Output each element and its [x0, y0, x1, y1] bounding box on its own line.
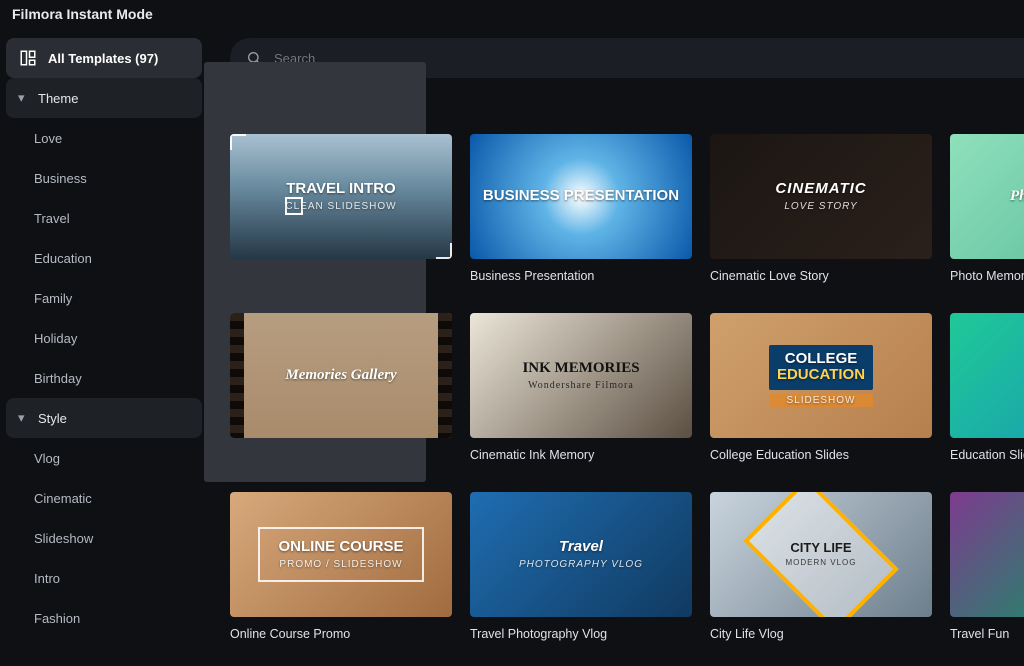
template-thumbnail[interactable]: CINEMATIC LOVE STORY [710, 134, 932, 259]
thumb-sub-text: PHOTOGRAPHY VLOG [519, 559, 643, 570]
template-card[interactable]: Travel PHOTOGRAPHY VLOG Travel Photography… [470, 492, 692, 641]
template-thumbnail[interactable]: ONLINE COURSEPROMO / SLIDESHOW [230, 492, 452, 617]
sidebar-group-style[interactable]: ▾ Style [6, 398, 202, 438]
sidebar-item-label: Slideshow [34, 531, 93, 546]
template-thumbnail[interactable]: TRAVEL INTRO CLEAN SLIDESHOW [230, 134, 452, 259]
sidebar-all-label: All Templates (97) [48, 51, 158, 66]
thumb-main-text: CINEMATIC [775, 181, 866, 198]
sidebar-item-label: Cinematic [34, 491, 92, 506]
chevron-down-icon: ▾ [18, 410, 30, 426]
template-card[interactable]: CINEMATIC LOVE STORY Cinematic Love Story [710, 134, 932, 283]
template-thumbnail[interactable]: BUSINESS PRESENTATION [470, 134, 692, 259]
sidebar-item-family[interactable]: Family [6, 278, 202, 318]
template-title: Business Presentation [470, 269, 692, 283]
template-card[interactable]: ONLINE COURSEPROMO / SLIDESHOW Online Cou… [230, 492, 452, 641]
app-title: Filmora Instant Mode [0, 0, 1024, 32]
sidebar-item-vlog[interactable]: Vlog [6, 438, 202, 478]
template-thumbnail[interactable]: Photo Memories [950, 134, 1024, 259]
template-title: Online Course Promo [230, 627, 452, 641]
thumb-main-text: Memories Gallery [285, 367, 396, 384]
sidebar-item-label: Birthday [34, 371, 82, 386]
sidebar-item-label: Family [34, 291, 72, 306]
sidebar-item-label: Vlog [34, 451, 60, 466]
template-title: Travel Photography Vlog [470, 627, 692, 641]
template-thumbnail[interactable]: Memories Gallery [230, 313, 452, 438]
sidebar-item-business[interactable]: Business [6, 158, 202, 198]
template-card[interactable]: CITY LIFEMODERN VLOG City Life Vlog [710, 492, 932, 641]
sidebar: All Templates (97) ▾ Theme Love Business Tra… [0, 32, 210, 666]
sidebar-item-cinematic[interactable]: Cinematic [6, 478, 202, 518]
sidebar-item-slideshow[interactable]: Slideshow [6, 518, 202, 558]
template-thumbnail[interactable]: CITY LIFEMODERN VLOG [710, 492, 932, 617]
template-title: Cinematic Ink Memory [470, 448, 692, 462]
sidebar-item-fashion[interactable]: Fashion [6, 598, 202, 638]
template-card[interactable]: COLLEGEEDUCATIONSLIDESHOW College Educati… [710, 313, 932, 462]
template-title: Cinematic Love Story [710, 269, 932, 283]
template-thumbnail[interactable] [950, 492, 1024, 617]
thumb-main-text: Photo Memories [1010, 188, 1024, 205]
sidebar-item-label: Fashion [34, 611, 80, 626]
sidebar-item-label: Education [34, 251, 92, 266]
thumb-sub-text: LOVE STORY [775, 201, 866, 212]
template-grid: TRAVEL INTROCLEAN SLIDESHOWClean Travel … [230, 134, 1024, 641]
template-thumbnail[interactable]: Travel PHOTOGRAPHY VLOG [470, 492, 692, 617]
sidebar-item-holiday[interactable]: Holiday [6, 318, 202, 358]
sidebar-item-label: Holiday [34, 331, 77, 346]
sidebar-item-travel[interactable]: Travel [6, 198, 202, 238]
template-thumbnail[interactable]: COLLEGEEDUCATIONSLIDESHOW [710, 313, 932, 438]
template-title: City Life Vlog [710, 627, 932, 641]
template-card[interactable]: Travel Fun [950, 492, 1024, 641]
template-thumbnail[interactable]: Education SlidesPhoto/Slideshow [950, 313, 1024, 438]
thumb-sub-text: CLEAN SLIDESHOW [285, 201, 396, 212]
thumb-main-text: INK MEMORIES [522, 360, 639, 377]
sidebar-scrollbar[interactable] [204, 42, 210, 658]
template-title: Travel Fun [950, 627, 1024, 641]
template-card[interactable]: Photo Memories Photo Memories [950, 134, 1024, 283]
sidebar-item-label: Travel [34, 211, 70, 226]
chevron-down-icon: ▾ [18, 90, 30, 106]
sidebar-item-intro[interactable]: Intro [6, 558, 202, 598]
sidebar-all-templates[interactable]: All Templates (97) [6, 38, 202, 78]
templates-icon [18, 48, 38, 68]
template-thumbnail[interactable]: INK MEMORIES Wondershare Filmora [470, 313, 692, 438]
sidebar-group-label: Theme [38, 91, 78, 106]
template-card[interactable]: BUSINESS PRESENTATION Business Presentati… [470, 134, 692, 283]
sidebar-item-education[interactable]: Education [6, 238, 202, 278]
sidebar-item-love[interactable]: Love [6, 118, 202, 158]
template-title: College Education Slides [710, 448, 932, 462]
sidebar-item-label: Intro [34, 571, 60, 586]
sidebar-group-theme[interactable]: ▾ Theme [6, 78, 202, 118]
template-card[interactable]: INK MEMORIES Wondershare Filmora Cinematic… [470, 313, 692, 462]
thumb-main-text: Travel [519, 539, 643, 556]
sidebar-item-label: Business [34, 171, 87, 186]
sidebar-item-birthday[interactable]: Birthday [6, 358, 202, 398]
thumb-main-text: TRAVEL INTRO [285, 181, 396, 198]
template-title: Education Slides [950, 448, 1024, 462]
thumb-sub-text: Wondershare Filmora [522, 380, 639, 391]
sidebar-item-label: Love [34, 131, 62, 146]
sidebar-group-label: Style [38, 411, 67, 426]
thumb-main-text: BUSINESS PRESENTATION [483, 188, 679, 205]
template-title: Photo Memories [950, 269, 1024, 283]
template-card[interactable]: Education SlidesPhoto/Slideshow Education… [950, 313, 1024, 462]
